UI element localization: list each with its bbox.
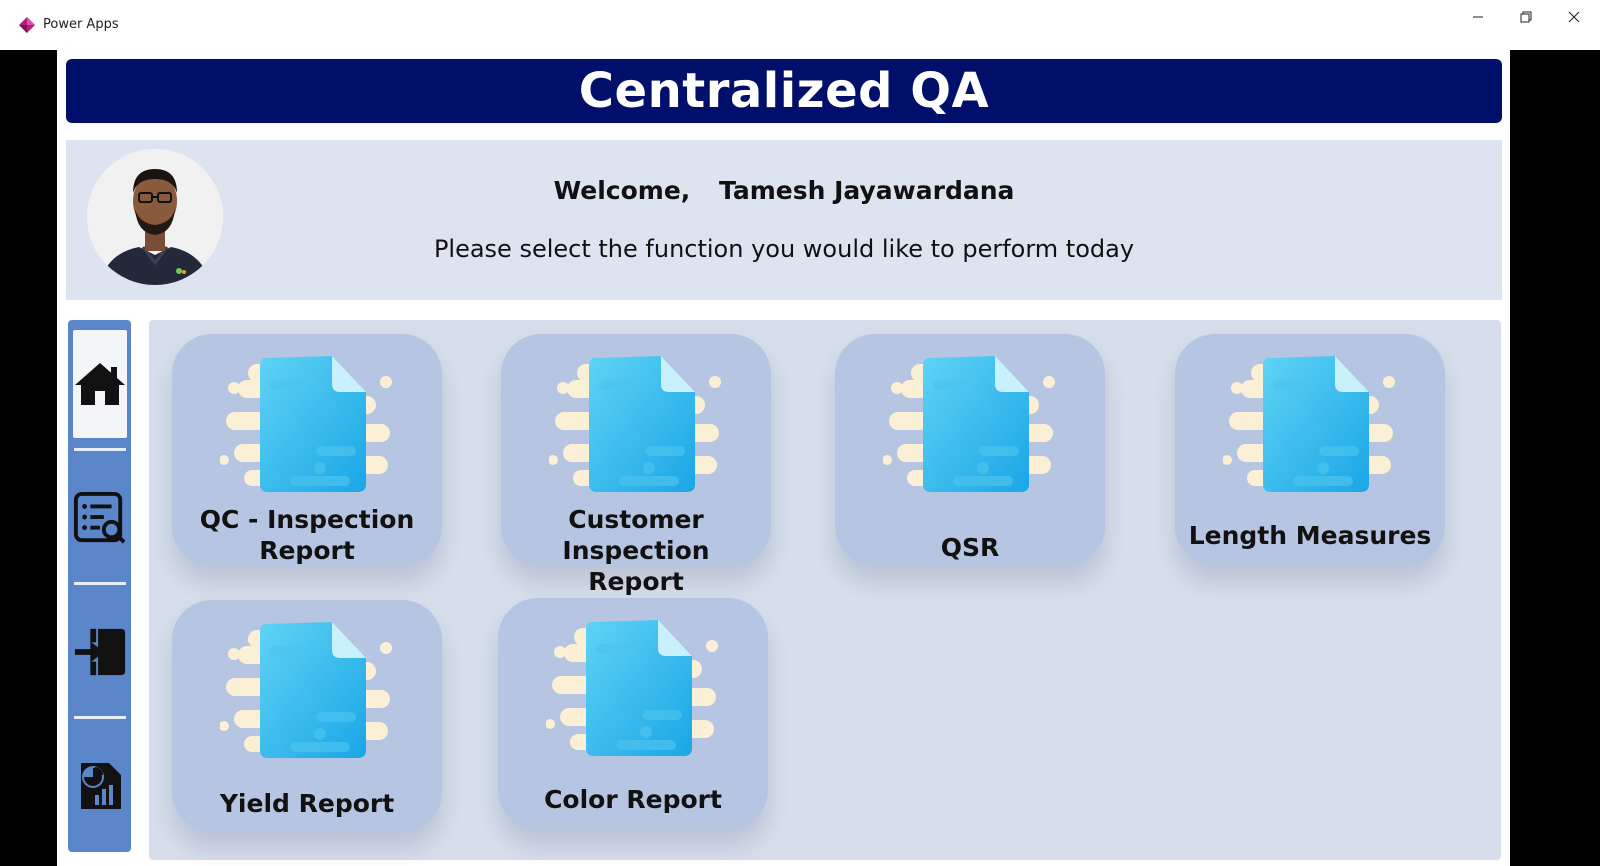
nav-inspection-list-button[interactable]	[73, 464, 127, 572]
document-icon	[883, 352, 1059, 492]
close-icon	[1568, 11, 1580, 23]
document-icon	[1223, 352, 1399, 492]
card-qc-inspection-report[interactable]: QC - Inspection Report	[172, 334, 442, 566]
window-titlebar: Power Apps	[0, 0, 1600, 50]
home-icon	[75, 363, 125, 405]
user-name: Tamesh Jayawardana	[719, 176, 1015, 205]
user-photo-icon	[87, 149, 223, 285]
side-navigation	[68, 320, 131, 852]
card-yield-report[interactable]: Yield Report	[172, 600, 442, 832]
document-icon	[546, 616, 722, 756]
power-apps-logo-icon	[19, 17, 35, 33]
restore-button[interactable]	[1503, 0, 1549, 34]
card-label: QSR	[940, 533, 1000, 562]
nav-divider	[74, 582, 126, 585]
report-chart-icon	[81, 763, 121, 809]
page-title: Centralized QA	[578, 63, 990, 119]
card-label: Length Measures	[1188, 521, 1432, 550]
nav-divider	[74, 716, 126, 719]
close-button[interactable]	[1551, 0, 1597, 34]
document-icon	[220, 618, 396, 758]
app-canvas: Centralized QA Welcome, Tamesh Jayawarda…	[57, 50, 1510, 866]
card-label: QC - Inspection Report	[199, 505, 415, 565]
welcome-subtitle: Please select the function you would lik…	[433, 235, 1135, 263]
card-color-report[interactable]: Color Report	[498, 598, 768, 830]
function-grid: QC - Inspection Report Customer Inspecti…	[149, 320, 1501, 860]
nav-home-button[interactable]	[73, 330, 127, 438]
card-length-measures[interactable]: Length Measures	[1175, 334, 1445, 566]
welcome-line: Welcome, Tamesh Jayawardana	[66, 176, 1502, 205]
card-label: Color Report	[544, 785, 722, 814]
list-search-icon	[73, 491, 126, 544]
card-label: Yield Report	[219, 789, 395, 818]
nav-reports-button[interactable]	[73, 732, 127, 840]
welcome-greeting: Welcome,	[553, 176, 691, 205]
welcome-panel: Welcome, Tamesh Jayawardana Please selec…	[66, 140, 1502, 300]
card-qsr[interactable]: QSR	[835, 334, 1105, 566]
nav-sign-in-button[interactable]	[73, 598, 127, 706]
minimize-button[interactable]	[1455, 0, 1501, 34]
app-title: Power Apps	[43, 17, 119, 32]
nav-divider	[74, 448, 126, 451]
sign-in-icon	[74, 628, 126, 676]
card-label: Customer Inspection Report	[562, 505, 710, 596]
header-bar: Centralized QA	[66, 59, 1502, 123]
minimize-icon	[1473, 16, 1483, 18]
document-icon	[549, 352, 725, 492]
restore-icon	[1520, 11, 1532, 23]
avatar	[87, 149, 223, 285]
card-customer-inspection-report[interactable]: Customer Inspection Report	[501, 334, 771, 596]
document-icon	[220, 352, 396, 492]
